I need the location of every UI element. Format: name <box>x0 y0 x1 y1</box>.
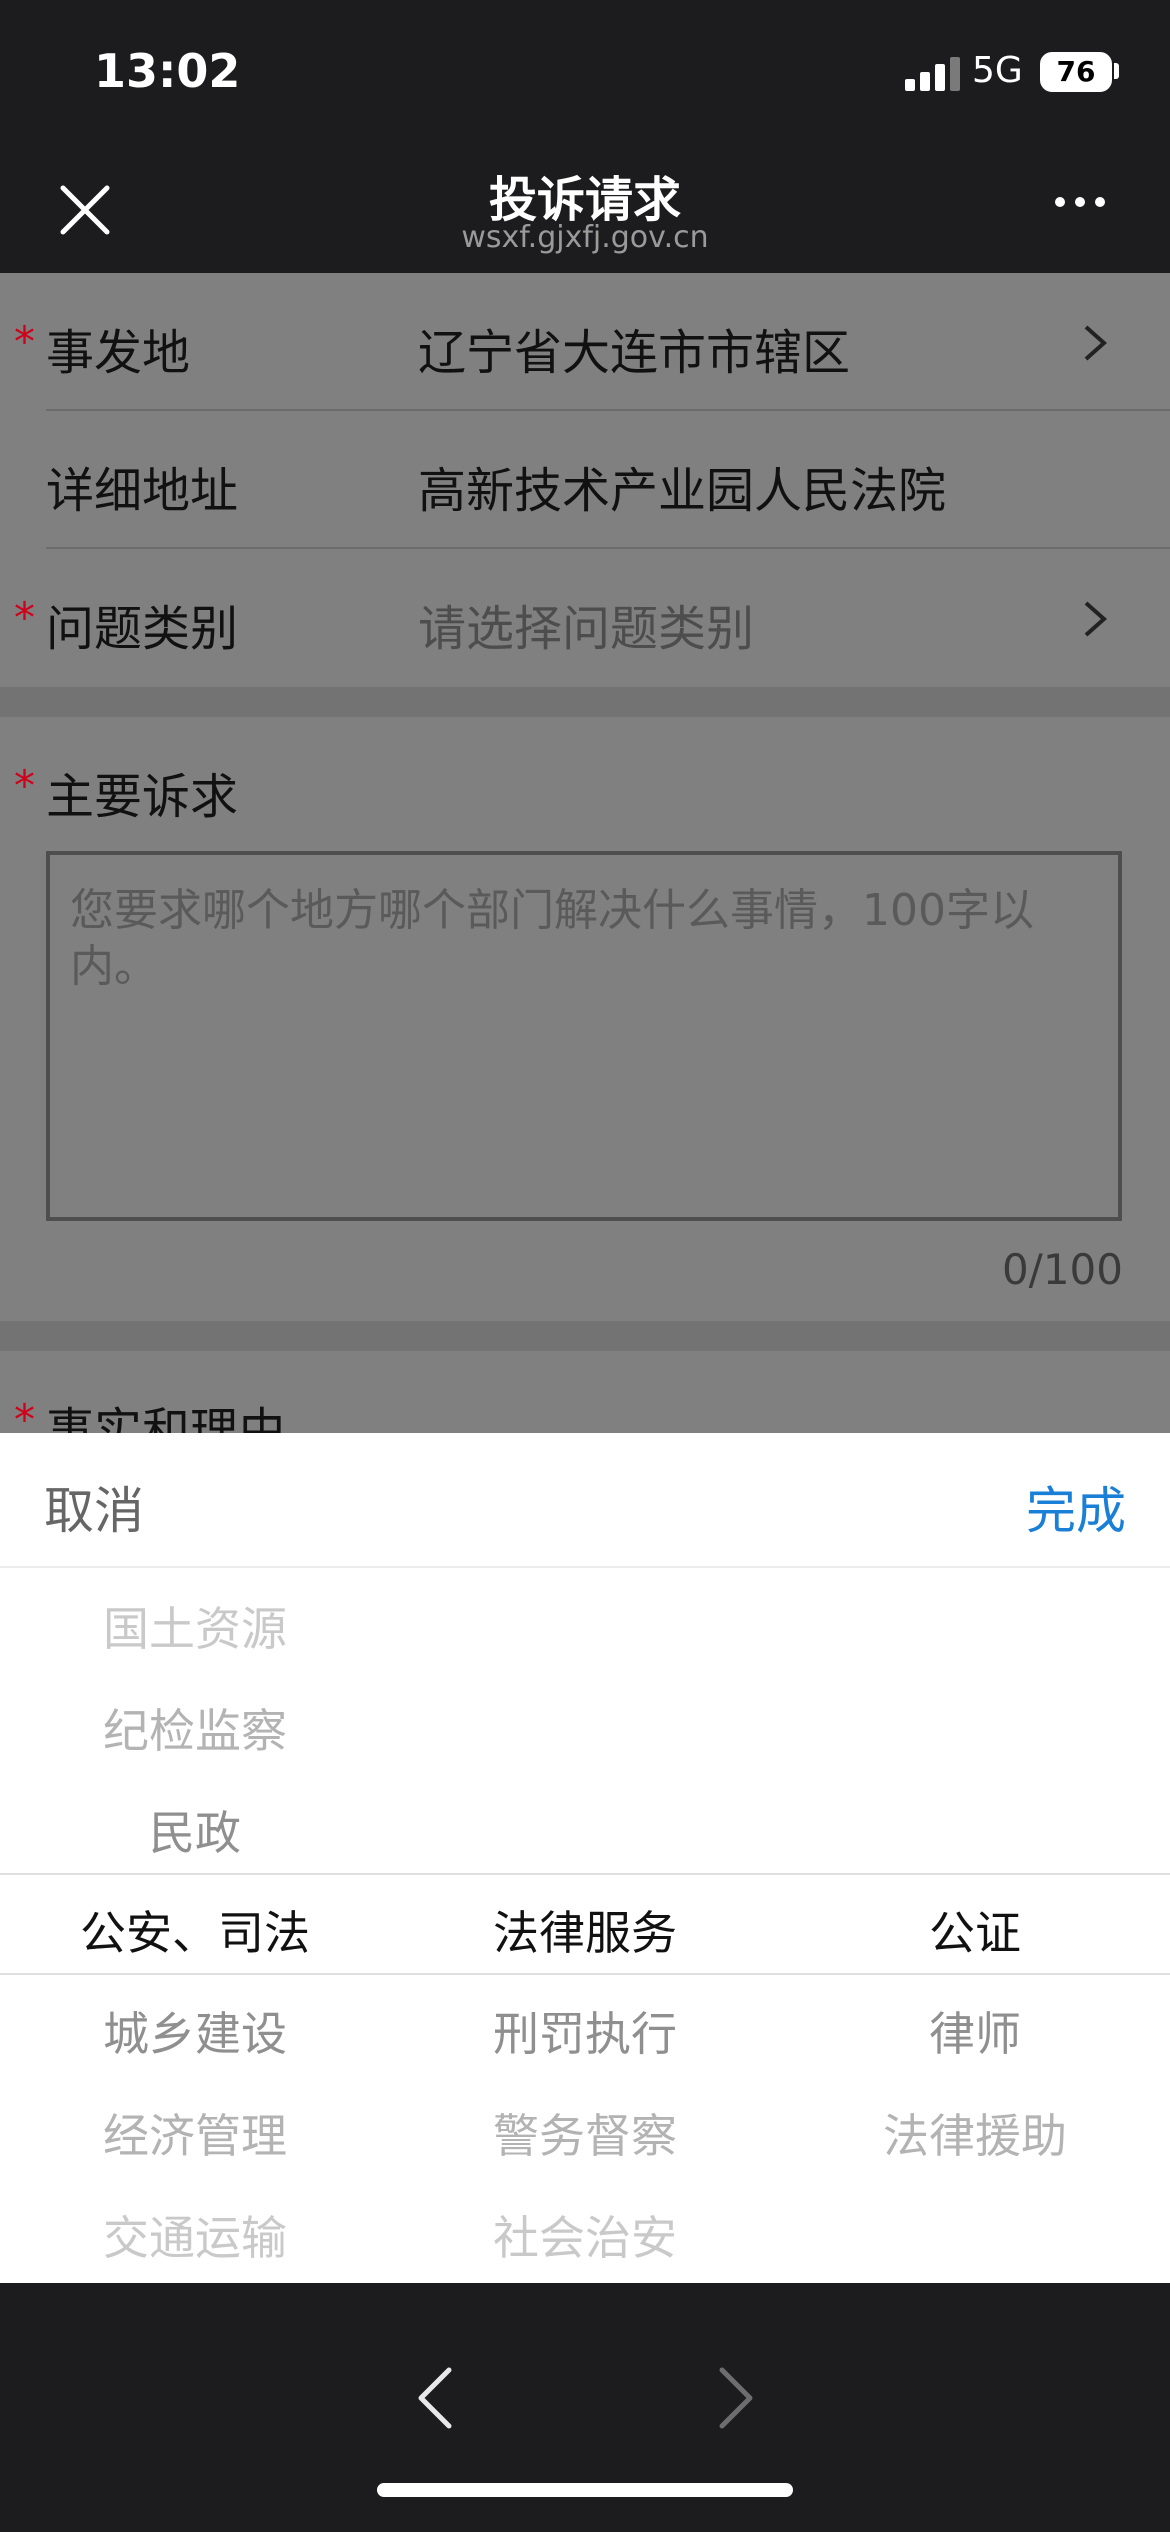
chevron-left-icon[interactable] <box>405 2358 465 2438</box>
battery-tip <box>1114 63 1119 79</box>
picker-option[interactable]: 国土资源 <box>0 1593 390 1659</box>
battery-icon: 76 <box>1040 52 1112 92</box>
section-gap <box>0 1321 1170 1351</box>
page-domain: wsxf.gjxfj.gov.cn <box>461 220 709 255</box>
picker-option[interactable]: 刑罚执行 <box>390 1998 780 2064</box>
required-mark: * <box>14 317 35 366</box>
picker-option-selected[interactable]: 公证 <box>780 1897 1170 1963</box>
picker-option[interactable]: 社会治安 <box>390 2202 780 2268</box>
address-label: 详细地址 <box>46 463 239 519</box>
chevron-right-icon <box>1084 325 1108 361</box>
category-label: 问题类别 <box>46 601 239 657</box>
picker-option[interactable]: 交通运输 <box>0 2202 390 2268</box>
category-picker: 取消 完成 国土资源 纪检监察 民政 公安、司法 城乡建设 经济管理 交通运输 … <box>0 1433 1170 2283</box>
picker-option[interactable]: 经济管理 <box>0 2100 390 2166</box>
facts-label: 事实和理由 <box>46 1403 287 1433</box>
picker-option[interactable]: 警务督察 <box>390 2100 780 2166</box>
location-row[interactable]: * 事发地 辽宁省大连市市辖区 <box>0 273 1170 411</box>
category-placeholder: 请选择问题类别 <box>418 601 755 657</box>
required-mark: * <box>14 761 35 810</box>
section-gap <box>0 687 1170 717</box>
status-bar: 13:02 5G 76 <box>0 0 1170 140</box>
address-row[interactable]: 详细地址 高新技术产业园人民法院 <box>0 411 1170 549</box>
char-count: 0/100 <box>1001 1245 1123 1294</box>
picker-option[interactable]: 城乡建设 <box>0 1998 390 2064</box>
picker-option[interactable]: 纪检监察 <box>0 1695 390 1761</box>
home-indicator[interactable] <box>377 2483 793 2497</box>
selection-bottom-line <box>0 1973 1170 1975</box>
picker-option[interactable]: 法律援助 <box>780 2100 1170 2166</box>
picker-option[interactable]: 律师 <box>780 1998 1170 2064</box>
chevron-right-icon <box>1084 601 1108 637</box>
picker-option[interactable]: 民政 <box>0 1797 390 1863</box>
complaint-form: * 事发地 辽宁省大连市市辖区 详细地址 高新技术产业园人民法院 * 问题类别 … <box>0 273 1170 1433</box>
appeal-label: 主要诉求 <box>46 769 239 825</box>
nav-bar: 投诉请求 wsxf.gjxfj.gov.cn <box>0 140 1170 273</box>
location-value: 辽宁省大连市市辖区 <box>418 325 851 381</box>
category-row[interactable]: * 问题类别 请选择问题类别 <box>0 549 1170 687</box>
more-icon[interactable] <box>1055 197 1105 207</box>
facts-row: * 事实和理由 <box>0 1351 1170 1433</box>
picker-option-selected[interactable]: 公安、司法 <box>0 1897 390 1963</box>
appeal-row: * 主要诉求 <box>0 717 1170 855</box>
picker-option-selected[interactable]: 法律服务 <box>390 1897 780 1963</box>
picker-header-divider <box>0 1566 1170 1568</box>
status-time: 13:02 <box>94 44 241 98</box>
chevron-right-icon[interactable] <box>706 2358 766 2438</box>
picker-cancel-button[interactable]: 取消 <box>44 1471 144 1543</box>
address-value[interactable]: 高新技术产业园人民法院 <box>418 451 946 521</box>
appeal-placeholder: 您要求哪个地方哪个部门解决什么事情，100字以内。 <box>70 885 1034 992</box>
signal-icon <box>905 55 960 91</box>
picker-done-button[interactable]: 完成 <box>1026 1471 1126 1543</box>
appeal-textarea[interactable]: 您要求哪个地方哪个部门解决什么事情，100字以内。 <box>46 851 1122 1221</box>
required-mark: * <box>14 593 35 642</box>
location-label: 事发地 <box>46 325 191 381</box>
selection-top-line <box>0 1873 1170 1875</box>
required-mark: * <box>14 1395 35 1433</box>
network-type: 5G <box>972 50 1023 91</box>
